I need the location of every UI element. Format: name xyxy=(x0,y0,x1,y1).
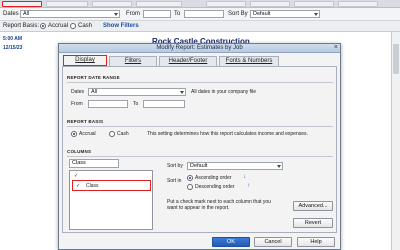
dialog-dates-select[interactable]: All xyxy=(88,88,186,96)
hide-header-button[interactable] xyxy=(294,1,334,7)
sort-by-label: Sort By xyxy=(228,11,248,17)
dialog-cash-label: Cash xyxy=(117,131,129,137)
check-icon: ✓ xyxy=(74,173,79,179)
dates-label: Dates xyxy=(3,11,19,17)
sort-in-label: Sort in xyxy=(167,178,182,184)
to-date-input[interactable] xyxy=(184,10,224,18)
report-scrollbar[interactable] xyxy=(391,32,400,250)
report-time: 5:00 AM xyxy=(3,36,22,42)
cash-radio[interactable] xyxy=(70,23,76,29)
columns-list[interactable]: ✓ ✓ Class xyxy=(69,170,153,230)
tab-filters-label: Filters xyxy=(124,58,142,64)
tab-fonts-numbers[interactable]: Fonts & Numbers xyxy=(219,56,279,66)
dialog-accrual-radio[interactable] xyxy=(71,131,77,137)
tab-header-footer-label: Header/Footer xyxy=(168,58,208,64)
dates-note: All dates in your company file xyxy=(191,89,257,95)
dialog-from-label: From xyxy=(71,101,83,107)
check-icon: ✓ xyxy=(76,183,81,189)
divider xyxy=(67,82,333,83)
date-range-section-title: REPORT DATE RANGE xyxy=(67,75,120,80)
sort-descending-icon: ↑ xyxy=(247,183,250,189)
column-search-value: Class xyxy=(72,160,86,166)
descending-radio[interactable] xyxy=(187,184,193,190)
columns-section-title: COLUMNS xyxy=(67,149,92,154)
chevron-down-icon xyxy=(180,91,184,94)
columns-sort-by-select[interactable]: Default xyxy=(187,162,283,170)
descending-label: Descending order xyxy=(195,184,235,190)
report-filter-bar: Dates All From To Sort By Default xyxy=(0,8,400,21)
accrual-radio[interactable] xyxy=(40,23,46,29)
show-filters-link[interactable]: Show Filters xyxy=(103,23,139,29)
columns-hint: Put a check mark next to each column tha… xyxy=(167,199,271,211)
ok-button[interactable]: OK xyxy=(212,237,250,247)
display-panel: REPORT DATE RANGE Dates All All dates in… xyxy=(62,66,337,233)
dialog-title: Modify Report: Estimates by Job xyxy=(156,45,243,51)
column-item-class[interactable]: ✓ Class xyxy=(72,180,151,191)
dates-select-value: All xyxy=(23,11,30,17)
ascending-label: Ascending order xyxy=(195,175,232,181)
report-basis-section-title: REPORT BASIS xyxy=(67,119,104,124)
advanced-button[interactable]: Advanced... xyxy=(293,201,333,211)
memorize-button[interactable] xyxy=(92,1,132,7)
columns-sort-by-value: Default xyxy=(190,163,208,169)
report-basis-label: Report Basis: xyxy=(3,23,40,29)
cancel-button[interactable]: Cancel xyxy=(254,237,292,247)
dialog-dates-value: All xyxy=(91,89,98,95)
customize-report-button[interactable] xyxy=(2,1,42,7)
report-toolbar xyxy=(0,0,400,8)
email-button[interactable] xyxy=(206,1,246,7)
report-date: 12/15/23 xyxy=(3,45,23,51)
sort-by-select-value: Default xyxy=(253,11,271,17)
divider xyxy=(67,156,333,157)
dialog-accrual-label: Accrual xyxy=(79,131,96,137)
sort-ascending-icon: ↓ xyxy=(243,174,246,180)
dialog-to-input[interactable] xyxy=(143,100,185,108)
chevron-down-icon xyxy=(277,165,281,168)
column-item-label: Class xyxy=(86,183,99,189)
report-basis-bar: Report Basis: Accrual Cash Show Filters xyxy=(0,21,400,32)
tab-display[interactable]: Display xyxy=(63,55,107,66)
close-icon[interactable]: × xyxy=(334,44,338,51)
excel-button[interactable] xyxy=(250,1,290,7)
dialog-to-label: To xyxy=(133,101,139,107)
accrual-label: Accrual xyxy=(48,23,69,29)
from-date-input[interactable] xyxy=(143,10,171,18)
tab-display-label: Display xyxy=(75,57,95,63)
chevron-down-icon xyxy=(314,13,318,16)
print-button[interactable] xyxy=(136,1,182,7)
to-label: To xyxy=(174,11,181,17)
dates-select[interactable]: All xyxy=(20,10,120,18)
sort-by-label: Sort by xyxy=(167,163,183,169)
ascending-radio[interactable] xyxy=(187,175,193,181)
refresh-button[interactable] xyxy=(338,1,378,7)
cash-label: Cash xyxy=(78,23,93,29)
modify-report-dialog: Modify Report: Estimates by Job × Displa… xyxy=(58,43,341,250)
revert-button[interactable]: Revert xyxy=(293,218,333,228)
dialog-cash-radio[interactable] xyxy=(109,131,115,137)
basis-note: This setting determines how this report … xyxy=(147,131,308,137)
dialog-titlebar[interactable]: Modify Report: Estimates by Job × xyxy=(59,44,340,53)
tab-header-footer[interactable]: Header/Footer xyxy=(159,56,217,66)
help-button[interactable]: Help xyxy=(297,237,335,247)
dialog-dates-label: Dates xyxy=(71,89,85,95)
chevron-down-icon xyxy=(114,13,118,16)
sort-by-select[interactable]: Default xyxy=(250,10,320,18)
comment-report-button[interactable] xyxy=(46,1,88,7)
tab-filters[interactable]: Filters xyxy=(109,56,157,66)
column-search-input[interactable]: Class xyxy=(69,159,119,168)
dialog-from-input[interactable] xyxy=(88,100,128,108)
divider xyxy=(67,126,333,127)
dialog-tabs: Display Filters Header/Footer Fonts & Nu… xyxy=(59,53,340,66)
tab-fonts-numbers-label: Fonts & Numbers xyxy=(225,58,273,64)
from-label: From xyxy=(126,11,140,17)
scrollbar-thumb[interactable] xyxy=(393,44,399,74)
